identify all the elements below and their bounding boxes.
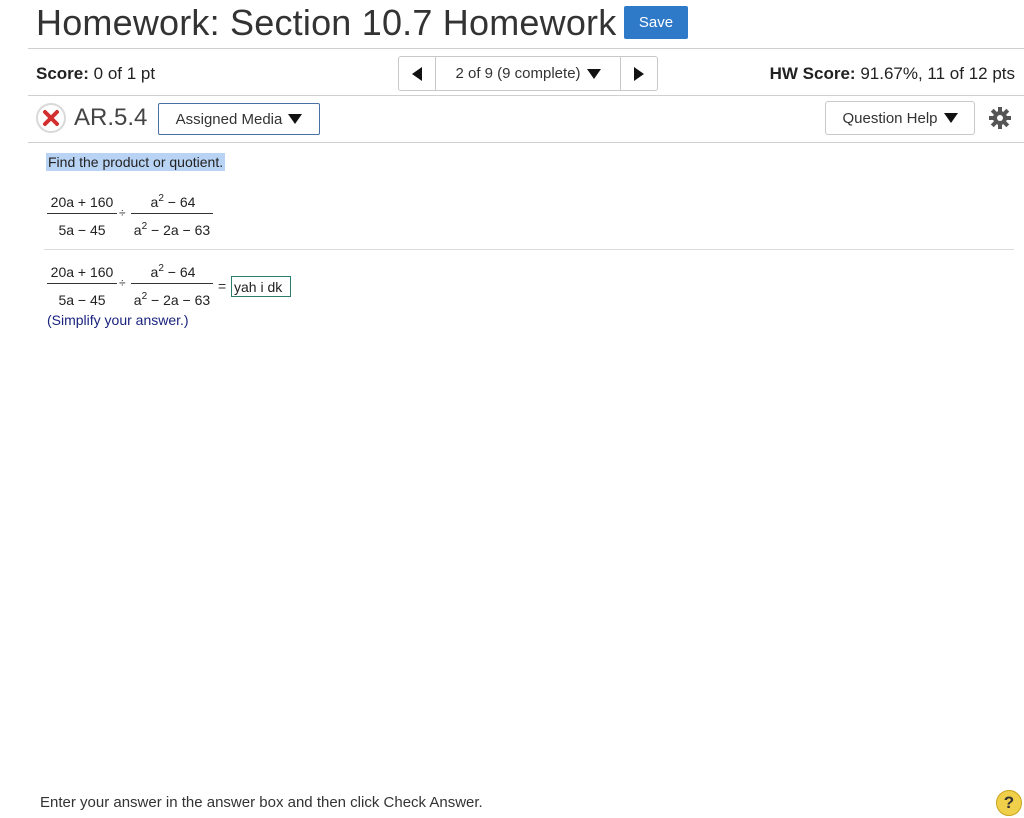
question-position-dropdown[interactable]: 2 of 9 (9 complete) (436, 57, 620, 90)
right-numerator: a2 − 64 (150, 263, 196, 280)
caret-down-icon (943, 113, 958, 123)
right-denominator: a2 − 2a − 63 (133, 221, 211, 238)
right-numerator: a2 − 64 (150, 193, 196, 210)
footer-instruction: Enter your answer in the answer box and … (40, 794, 483, 811)
fraction-bar (131, 283, 213, 284)
page-title: Homework: Section 10.7 Homework (36, 2, 617, 43)
divide-operator: ÷ (119, 276, 126, 290)
help-icon[interactable]: ? (996, 790, 1022, 816)
question-bar-divider (28, 142, 1024, 143)
simplify-note: (Simplify your answer.) (47, 312, 189, 328)
arrow-left-icon (412, 66, 422, 81)
question-help-label: Question Help (842, 109, 938, 127)
header-divider (28, 48, 1024, 49)
question-help-button[interactable]: Question Help (825, 101, 975, 135)
answer-input[interactable]: yah i dk (231, 276, 291, 297)
save-button[interactable]: Save (624, 6, 688, 39)
content-divider (44, 249, 1014, 250)
hw-score-display: HW Score: 91.67%, 11 of 12 pts (770, 64, 1015, 84)
question-position-label: 2 of 9 (9 complete) (455, 65, 581, 82)
score-display: Score: 0 of 1 pt (36, 64, 155, 84)
gear-icon[interactable] (988, 106, 1012, 130)
right-denominator: a2 − 2a − 63 (133, 291, 211, 308)
score-value: 0 of 1 pt (93, 64, 156, 83)
previous-question-button[interactable] (399, 57, 436, 90)
left-denominator: 5a − 45 (58, 222, 106, 238)
left-numerator: 20a + 160 (50, 264, 114, 280)
equals-sign: = (218, 278, 227, 294)
next-question-button[interactable] (620, 57, 657, 90)
fraction-bar (47, 213, 117, 214)
assigned-media-label: Assigned Media (175, 110, 283, 128)
left-denominator: 5a − 45 (58, 292, 106, 308)
arrow-right-icon (634, 66, 644, 81)
caret-down-icon (288, 114, 303, 124)
fraction-bar (131, 213, 213, 214)
question-navigator: 2 of 9 (9 complete) (398, 56, 658, 91)
hw-score-label: HW Score: (769, 64, 856, 83)
red-x-icon (40, 107, 62, 129)
question-id: AR.5.4 (74, 104, 148, 131)
status-divider (28, 95, 1024, 96)
divide-operator: ÷ (119, 206, 126, 220)
assigned-media-button[interactable]: Assigned Media (158, 103, 320, 135)
score-label: Score: (36, 64, 89, 83)
question-instruction: Find the product or quotient. (46, 153, 226, 171)
left-numerator: 20a + 160 (50, 194, 114, 210)
incorrect-status-icon (36, 103, 66, 133)
caret-down-icon (586, 68, 601, 79)
hw-score-value: 91.67%, 11 of 12 pts (860, 64, 1015, 83)
fraction-bar (47, 283, 117, 284)
